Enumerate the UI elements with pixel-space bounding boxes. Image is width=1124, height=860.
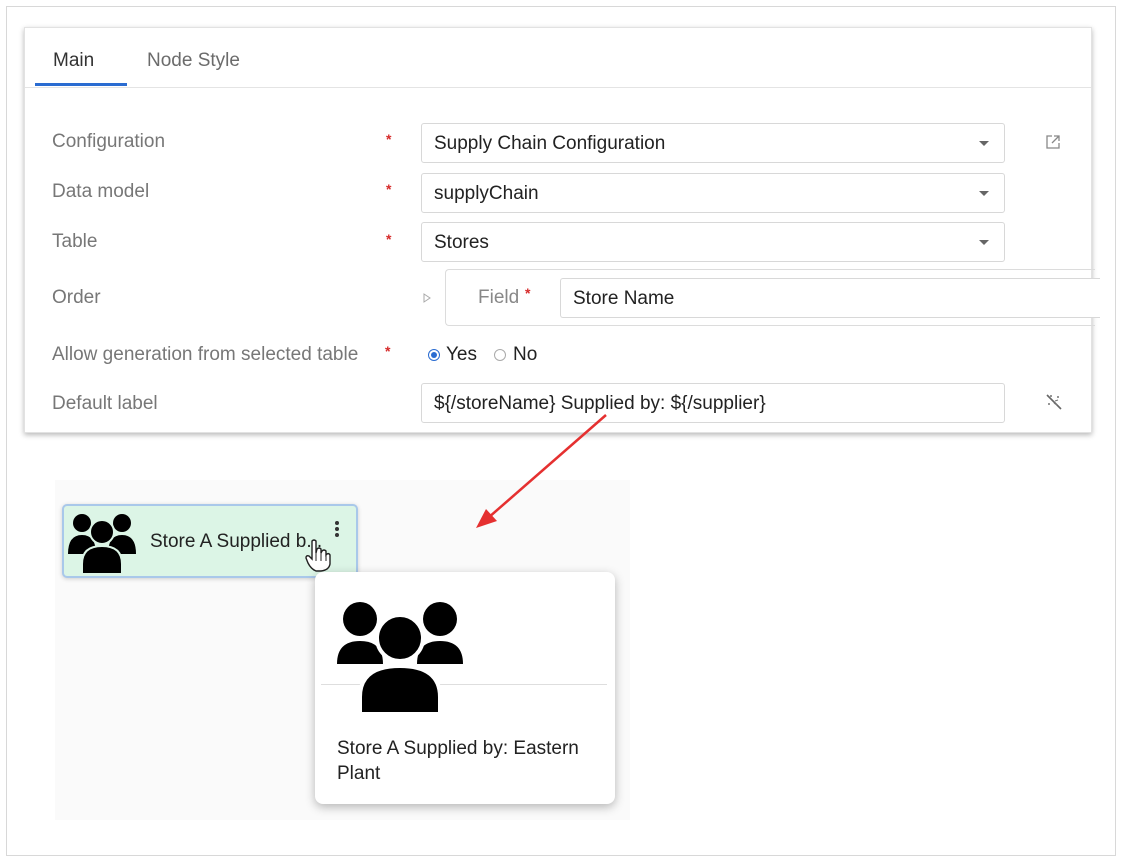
node-config-panel: Main Node Style Configuration * Supply C… — [24, 27, 1100, 433]
configuration-label: Configuration — [52, 131, 166, 152]
allow-generation-label: Allow generation from selected table — [52, 344, 359, 365]
table-select[interactable]: Stores — [421, 222, 1005, 262]
chevron-down-icon — [979, 191, 989, 196]
required-marker: * — [386, 231, 392, 247]
data-model-value: supplyChain — [434, 183, 539, 204]
required-marker: * — [525, 285, 531, 301]
field-label: Field — [478, 287, 520, 308]
required-marker: * — [386, 181, 392, 197]
expand-triangle-icon[interactable] — [423, 293, 431, 303]
tab-main[interactable]: Main — [53, 50, 94, 72]
data-model-label: Data model — [52, 181, 150, 202]
default-label-label: Default label — [52, 393, 158, 414]
tooltip-text: Store A Supplied by: Eastern Plant — [337, 738, 579, 784]
radio-yes[interactable] — [428, 349, 440, 361]
order-label: Order — [52, 287, 101, 308]
wand-icon[interactable] — [1044, 392, 1064, 412]
users-icon — [337, 602, 463, 716]
required-marker: * — [385, 343, 391, 359]
tab-bar: Main Node Style — [25, 28, 1091, 88]
radio-no-label[interactable]: No — [513, 344, 537, 366]
data-model-select[interactable]: supplyChain — [421, 173, 1005, 213]
order-field-value: Store Name — [573, 288, 675, 309]
external-link-icon[interactable] — [1045, 134, 1061, 150]
arrow-icon — [476, 414, 607, 528]
chevron-down-icon — [979, 240, 989, 245]
tab-node-style[interactable]: Node Style — [147, 50, 240, 72]
users-icon — [68, 514, 136, 575]
radio-yes-label[interactable]: Yes — [446, 344, 477, 366]
configuration-select[interactable]: Supply Chain Configuration — [421, 123, 1005, 163]
node-tooltip-card: Store A Supplied by: Eastern Plant — [315, 572, 615, 804]
chevron-down-icon — [979, 141, 989, 146]
radio-no[interactable] — [494, 349, 506, 361]
required-marker: * — [386, 131, 392, 147]
more-vertical-icon[interactable] — [334, 520, 340, 540]
configuration-value: Supply Chain Configuration — [434, 133, 666, 154]
table-value: Stores — [434, 232, 489, 253]
hand-cursor-icon — [305, 539, 331, 572]
node-label: Store A Supplied b... — [150, 531, 323, 552]
order-field-input[interactable]: Store Name — [560, 278, 1100, 318]
table-label: Table — [52, 231, 98, 252]
active-tab-indicator — [35, 83, 127, 86]
